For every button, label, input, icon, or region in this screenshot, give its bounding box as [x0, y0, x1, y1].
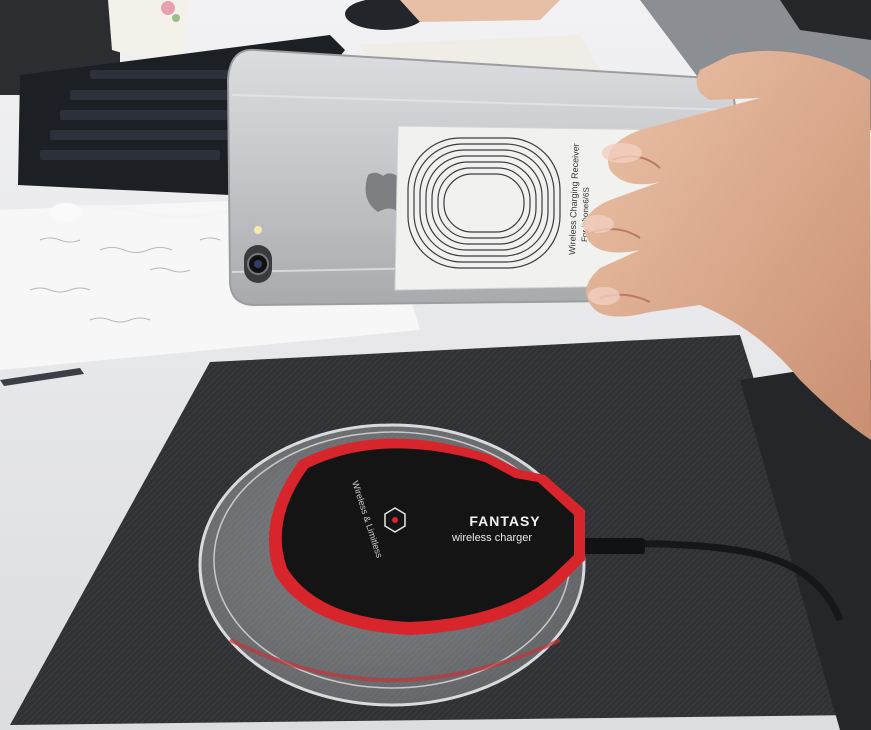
- photo-scene: FANTASY wireless charger Wireless & Limi…: [0, 0, 871, 730]
- photo-illustration: FANTASY wireless charger Wireless & Limi…: [0, 0, 871, 730]
- mug: [108, 0, 188, 56]
- charger-tagline: wireless charger: [451, 532, 532, 544]
- earbud: [50, 203, 82, 221]
- flash-icon: [254, 226, 262, 234]
- other-hand: [400, 0, 560, 22]
- charger-brand: FANTASY: [469, 513, 540, 529]
